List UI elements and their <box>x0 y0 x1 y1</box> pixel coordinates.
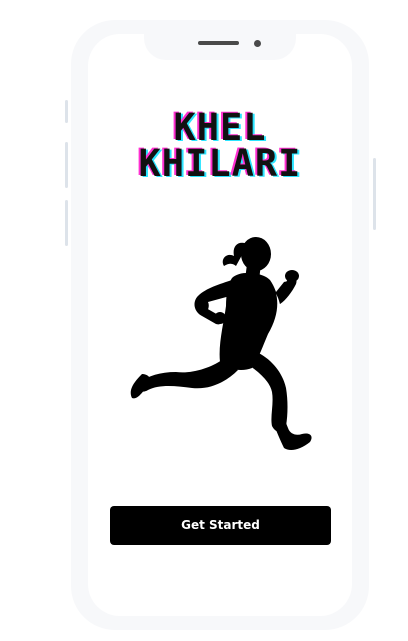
app-title: KHEL KHILARI <box>80 106 360 185</box>
speaker-grille <box>198 41 239 45</box>
device-volume-down-button <box>65 200 68 246</box>
get-started-button[interactable]: Get Started <box>110 506 331 545</box>
app-title-line-1: KHEL <box>173 106 267 149</box>
app-title-line-2: KHILARI <box>138 142 302 185</box>
device-volume-up-button <box>65 142 68 188</box>
device-power-button <box>373 158 376 230</box>
mockup-stage: KHEL KHILARI Get Started <box>0 0 408 641</box>
running-woman-silhouette-icon <box>130 237 312 450</box>
phone-notch <box>144 20 296 60</box>
device-mute-switch <box>65 100 68 123</box>
front-camera <box>254 40 261 47</box>
